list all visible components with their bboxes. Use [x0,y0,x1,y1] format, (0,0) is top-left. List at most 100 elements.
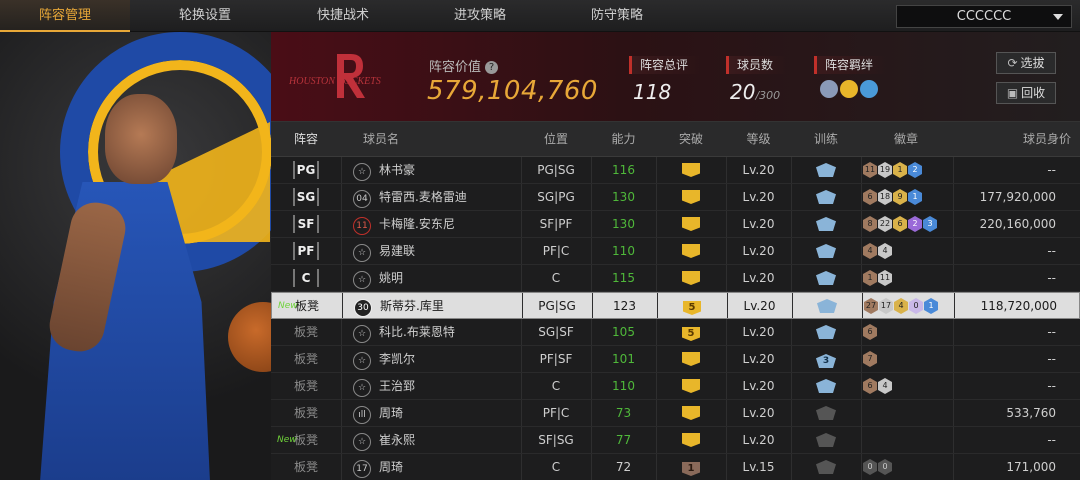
badge-list[interactable]: 00 [863,459,893,475]
player-position: C [551,460,561,474]
breach-cell[interactable] [656,346,726,373]
player-name[interactable]: 李凯尔 [379,346,529,373]
player-name[interactable]: 姚明 [379,265,529,292]
player-name[interactable]: 王治郅 [379,373,529,400]
player-name[interactable]: 周琦 [379,454,529,480]
badge-icon: 0 [863,459,877,475]
badge-list[interactable]: 8 22 6 2 3 [863,216,938,232]
player-ability: 73 [615,406,632,420]
player-level: Lv.20 [742,271,775,285]
player-name[interactable]: 科比.布莱恩特 [379,319,529,346]
column-divider [341,157,342,183]
training-cell[interactable] [791,265,861,292]
badge-list[interactable]: 6 18 9 1 [863,189,923,205]
table-row[interactable]: 板凳 17 周琦 C 72 1 Lv.15 0 0 171,000 [271,454,1080,480]
training-cell[interactable] [791,427,861,454]
breach-cell[interactable] [656,373,726,400]
badge-list[interactable]: 11 19 1 2 [863,162,923,178]
breach-cell[interactable] [656,238,726,265]
bond-group-icon[interactable] [820,80,838,98]
crown-icon: 5 [683,301,701,315]
player-position: SF|SG [538,433,574,447]
table-row[interactable]: 板凳 ☆ 王治郅 C 110 Lv.20 6 4 -- [271,373,1080,400]
jersey-number-icon: ☆ [353,433,371,451]
help-icon[interactable]: ? [485,61,499,74]
training-cell[interactable] [792,293,862,320]
player-name[interactable]: 易建联 [379,238,529,265]
jersey-cell: ☆ [349,265,375,292]
player-value: 533,760 [1006,406,1056,420]
training-cell[interactable] [791,319,861,346]
breach-cell[interactable]: 5 [657,293,727,320]
badge-list[interactable]: 64 [863,378,893,394]
breach-cell[interactable] [656,427,726,454]
training-icon [816,163,836,177]
jersey-number-icon: ☆ [353,325,371,343]
bond-icons[interactable] [820,80,887,103]
tab-rotation[interactable]: 轮换设置 [140,0,270,32]
player-ability: 77 [615,433,632,447]
breach-cell[interactable] [656,157,726,184]
team-select-dropdown[interactable]: CCCCCC [896,5,1072,28]
column-divider [341,454,342,480]
training-cell[interactable] [791,373,861,400]
table-row[interactable]: SF 11 卡梅隆.安东尼 SF|PF 130 Lv.20 8 22 6 2 3 220,160,00… [271,211,1080,238]
table-row[interactable]: PG ☆ 林书豪 PG|SG 116 Lv.20 11 19 1 2 -- [271,157,1080,184]
badge-list[interactable]: 27 17 4 0 1 [864,298,939,314]
badge-list[interactable]: 1 11 [863,270,893,286]
tab-quick-tactics[interactable]: 快捷战术 [278,0,408,32]
breach-cell[interactable]: 1 [656,454,726,480]
breach-cell[interactable] [656,400,726,427]
breach-cell[interactable] [656,211,726,238]
crown-icon: 1 [682,462,700,476]
header-ability: 能力 [611,132,636,146]
training-cell[interactable] [791,157,861,184]
breach-cell[interactable]: 5 [656,319,726,346]
tab-lineup[interactable]: 阵容管理 [0,0,130,32]
badge-list[interactable]: 7 [863,351,878,367]
player-level: Lv.20 [742,325,775,339]
training-cell[interactable] [791,238,861,265]
player-ability: 130 [612,190,635,204]
player-value: 220,160,000 [979,217,1056,231]
breach-cell[interactable] [656,265,726,292]
header-name: 球员名 [362,132,399,146]
player-name[interactable]: 卡梅隆.安东尼 [379,211,529,238]
table-row[interactable]: PF ☆ 易建联 PF|C 110 Lv.20 4 4 -- [271,238,1080,265]
training-icon [817,299,837,313]
table-row[interactable]: New 板凳 ☆ 崔永熙 SF|SG 77 Lv.20 -- [271,427,1080,454]
slot-label: 板凳 [293,325,318,339]
training-cell[interactable] [791,184,861,211]
training-cell[interactable] [791,400,861,427]
tab-offense[interactable]: 进攻策略 [415,0,545,32]
player-position: C [551,379,561,393]
player-name[interactable]: 周琦 [379,400,529,427]
breach-cell[interactable] [656,184,726,211]
table-row[interactable]: 板凳 ☆ 李凯尔 PF|SF 101 Lv.20 3 7 -- [271,346,1080,373]
training-icon [816,244,836,258]
bond-group-icon[interactable] [840,80,858,98]
badge-icon: 8 [863,216,877,232]
player-name[interactable]: 崔永熙 [379,427,529,454]
tab-defense[interactable]: 防守策略 [552,0,682,32]
training-cell[interactable] [791,454,861,480]
bond-group-icon[interactable] [860,80,878,98]
table-row[interactable]: 板凳 ıll 周琦 PF|C 73 Lv.20 533,760 [271,400,1080,427]
table-row[interactable]: SG 04 特雷西.麦格雷迪 SG|PG 130 Lv.20 6 18 9 1 177,920,00… [271,184,1080,211]
slot-label: 板凳 [293,352,318,366]
player-name[interactable]: 斯蒂芬.库里 [380,293,530,320]
table-row[interactable]: New 板凳 30 斯蒂芬.库里 PG|SG 123 5 Lv.20 27 17 4 0 1 118,72… [271,292,1080,319]
roster-table-header: 阵容 球员名 位置 能力 突破 等级 训练 徽章 球员身价 [271,122,1080,157]
training-cell[interactable] [791,211,861,238]
table-row[interactable]: C ☆ 姚明 C 115 Lv.20 1 11 -- [271,265,1080,292]
table-row[interactable]: 板凳 ☆ 科比.布莱恩特 SG|SF 105 5 Lv.20 6 -- [271,319,1080,346]
training-cell[interactable]: 3 [791,346,861,373]
badge-list[interactable]: 44 [863,243,893,259]
pick-button[interactable]: ⟳ 选拔 [996,52,1056,74]
player-name[interactable]: 林书豪 [379,157,529,184]
jersey-number-icon: ☆ [353,352,371,370]
player-position: SF|PF [539,217,573,231]
badge-list[interactable]: 6 [863,324,878,340]
recycle-button[interactable]: ▣ 回收 [996,82,1056,104]
player-name[interactable]: 特雷西.麦格雷迪 [379,184,529,211]
